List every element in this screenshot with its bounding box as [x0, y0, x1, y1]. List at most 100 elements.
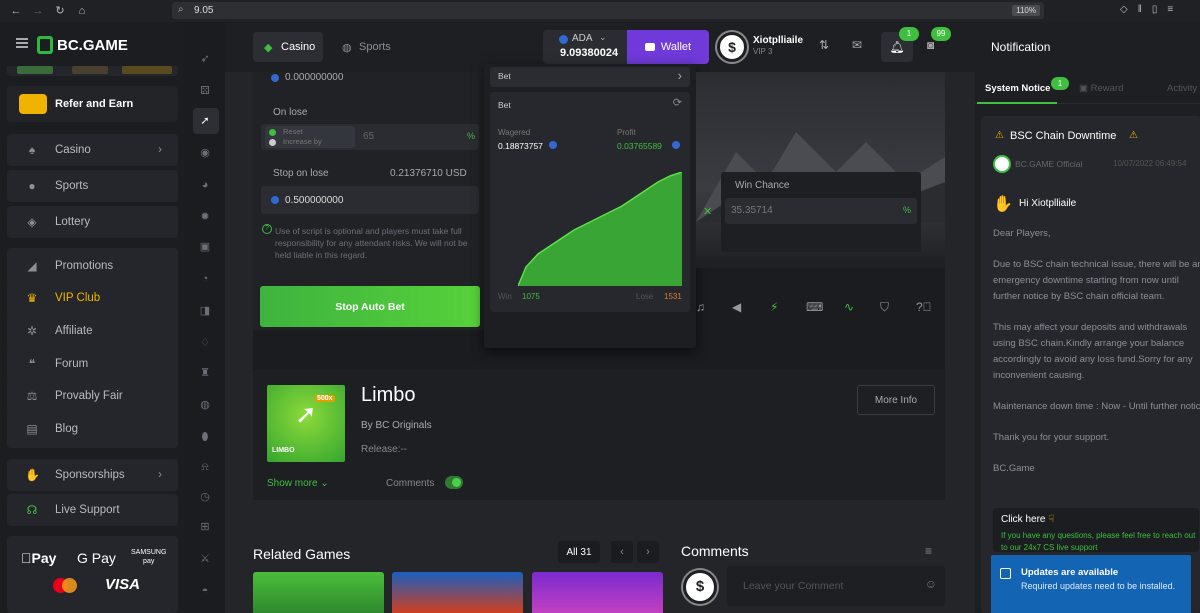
update-toast[interactable]: Updates are available Required updates n… [991, 555, 1191, 613]
notice-headline: BSC Chain Downtime [1010, 130, 1117, 142]
emoji-icon[interactable]: ☺ [925, 577, 937, 591]
music-icon[interactable]: ♫ [696, 300, 705, 314]
related-game-card[interactable] [392, 572, 523, 613]
brand-name[interactable]: BC.GAME [57, 37, 128, 54]
chat-bubble-icon[interactable]: ◙ [927, 38, 934, 52]
keno-icon[interactable]: ▣ [198, 240, 212, 254]
all-games-button[interactable]: All 31 [558, 541, 600, 563]
mail-icon[interactable]: ✉ [852, 38, 862, 52]
next-button[interactable]: › [637, 541, 659, 563]
home-icon[interactable]: ⌂ [76, 5, 88, 17]
list-icon[interactable]: ≡ [925, 544, 932, 558]
menu-icon[interactable]: ≡ [1167, 4, 1173, 15]
on-lose-amount-field[interactable]: 0.000000000 [261, 72, 476, 84]
egg-icon[interactable]: ⬮ [198, 430, 212, 444]
forward-icon[interactable]: → [32, 5, 44, 17]
warning-icon: ⚠ [995, 130, 1004, 141]
tab-system-notice[interactable]: System Notice [977, 74, 1057, 104]
sidebar-item-provably-fair[interactable]: ⚖ Provably Fair [7, 380, 178, 412]
sidebar-item-blog[interactable]: ▤ Blog [7, 413, 178, 445]
back-icon[interactable]: ← [10, 5, 22, 17]
coin-icon[interactable]: ◍ [198, 398, 212, 412]
tab-sports[interactable]: ◍ Sports [331, 32, 401, 62]
comment-input[interactable]: Leave your Comment ☺ [727, 566, 945, 606]
stop-on-lose-field[interactable]: 0.500000000 [261, 186, 479, 214]
library-icon[interactable]: ‖ [1138, 4, 1142, 15]
stop-on-lose-usd: 0.21376710 USD [390, 168, 467, 179]
sword-icon[interactable]: ⚔ [198, 552, 212, 566]
username[interactable]: Xiotplliaile [753, 35, 803, 46]
shield-icon[interactable]: ◇ [1120, 4, 1128, 15]
sidebar-item-live-support[interactable]: ☊ Live Support [7, 494, 178, 526]
trend-icon[interactable]: ∿ [844, 300, 854, 314]
click-here-box[interactable]: Click here ☟ If you have any questions, … [993, 508, 1199, 552]
game-thumbnail[interactable]: 500x ➚ LIMBO [267, 385, 345, 462]
wallet-button[interactable]: Wallet [627, 30, 709, 64]
stop-auto-bet-button[interactable]: Stop Auto Bet [260, 286, 480, 327]
zoom-badge[interactable]: 110% [1012, 5, 1040, 16]
refer-earn-button[interactable]: Refer and Earn [7, 86, 178, 122]
show-more-link[interactable]: Show more ⌄ [267, 478, 329, 489]
shoe-icon[interactable]: ◓ [198, 584, 212, 598]
address-bar[interactable]: ⌕ 9.05 110% [172, 2, 1044, 19]
balance-box[interactable]: ADA ⌄ 9.09380024 [543, 30, 627, 64]
dice-icon[interactable]: ⚄ [198, 84, 212, 98]
cube-icon[interactable]: ◨ [198, 304, 212, 318]
bet-dropdown[interactable]: Bet › [490, 67, 690, 87]
tab-casino[interactable]: ◆ Casino [253, 32, 323, 62]
sidebar-item-sports[interactable]: ● Sports [7, 170, 178, 202]
plinko-icon[interactable]: ◕ [198, 178, 212, 192]
wagered-value: 0.18873757 [498, 141, 543, 151]
notice-paragraph: Dear Players, [993, 228, 1051, 239]
sound-icon[interactable]: ◀ [732, 300, 741, 314]
shield-check-icon[interactable]: ⛉ [880, 300, 889, 315]
toast-title: Updates are available [1021, 567, 1119, 578]
limbo-rocket-icon[interactable]: ➚ [198, 114, 212, 128]
sidebar-item-affiliate[interactable]: ✲ Affiliate [7, 315, 178, 347]
hilo-icon[interactable]: ♢ [198, 336, 212, 350]
tab-reward[interactable]: ▣ Reward [1079, 83, 1123, 94]
hamburger-icon[interactable] [16, 38, 28, 40]
related-game-card[interactable] [532, 572, 663, 613]
more-info-button[interactable]: More Info [857, 385, 935, 415]
pointing-hand-icon: ☟ [1048, 514, 1055, 525]
bottle-icon[interactable]: ⍾ [198, 460, 212, 474]
prev-button[interactable]: ‹ [611, 541, 633, 563]
related-game-card[interactable] [253, 572, 384, 613]
crown-icon: ♛ [26, 291, 38, 305]
vip-level: VIP 3 [753, 47, 773, 56]
sidebar-item-lottery[interactable]: ◈ Lottery [7, 206, 178, 238]
sidebar-item-casino[interactable]: ♠ Casino › [7, 134, 178, 166]
reload-icon[interactable]: ↻ [54, 5, 66, 17]
sidebar-item-forum[interactable]: ❝ Forum [7, 348, 178, 380]
sidebar-item-vip[interactable]: ♛ VIP Club [7, 282, 178, 314]
stats-card: Bet ⟳ Wagered 0.18873757 Profit 0.037655… [490, 92, 690, 312]
sidebar-item-promotions[interactable]: ◢ Promotions [7, 250, 178, 282]
sidebar-icon[interactable]: ▯ [1152, 4, 1158, 15]
crash-icon[interactable]: ◉ [198, 146, 212, 160]
tab-label: Sports [359, 41, 391, 53]
lightning-icon[interactable]: ⚡︎ [770, 300, 778, 314]
stopwatch-icon[interactable]: ◷ [198, 490, 212, 504]
refresh-icon[interactable]: ⟳ [673, 96, 682, 109]
avatar[interactable]: $ [717, 32, 747, 62]
comments-toggle[interactable] [445, 476, 463, 489]
transfer-icon[interactable]: ⇅ [819, 38, 829, 52]
sidebar-item-label: Forum [55, 358, 89, 370]
coin-icon [271, 74, 279, 82]
chat-icon: ❝ [28, 357, 36, 371]
keyboard-icon[interactable]: ⌨ [806, 300, 823, 314]
win-chance-field[interactable]: 35.35714 % [725, 198, 917, 224]
controller-icon[interactable]: ⊞ [198, 520, 212, 534]
on-lose-mode-field[interactable]: Reset Increase by 65 % [261, 124, 479, 150]
visa-logo: VISA [105, 576, 141, 593]
help-icon[interactable]: ?⃝ [916, 300, 932, 314]
tower-icon[interactable]: ♜ [198, 366, 212, 380]
tab-activity[interactable]: Activity [1167, 83, 1197, 94]
currency-label: ADA [572, 33, 593, 44]
sidebar-item-sponsorships[interactable]: ✋ Sponsorships › [7, 459, 178, 491]
refer-label: Refer and Earn [55, 98, 134, 110]
rocket-icon[interactable]: ➶ [198, 52, 212, 66]
wheel-icon[interactable]: ◔ [198, 272, 212, 286]
mines-icon[interactable]: ✹ [198, 210, 212, 224]
